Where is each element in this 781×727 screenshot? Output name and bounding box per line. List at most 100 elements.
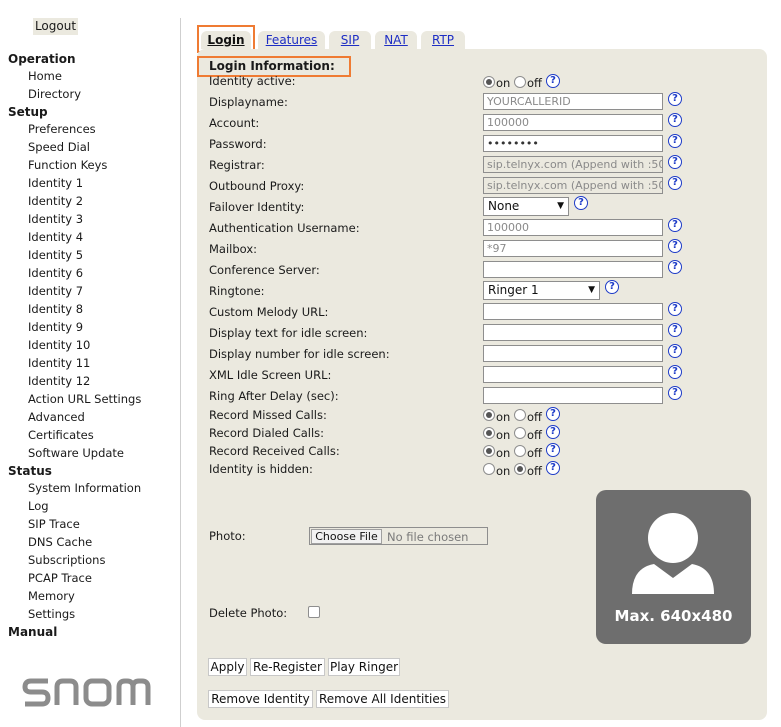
- help-icon[interactable]: ?: [668, 92, 682, 106]
- record-received-on-radio[interactable]: [483, 445, 495, 457]
- help-icon[interactable]: ?: [668, 344, 682, 358]
- record-missed-off-radio[interactable]: [514, 409, 526, 421]
- identity-active-off-radio[interactable]: [514, 76, 526, 88]
- nav-item-function-keys[interactable]: Function Keys: [28, 158, 107, 172]
- snom-logo-svg: [22, 678, 151, 707]
- nav-section-status: Status: [8, 464, 52, 478]
- record-missed-on-radio[interactable]: [483, 409, 495, 421]
- nav-item-settings[interactable]: Settings: [28, 607, 75, 621]
- help-icon[interactable]: ?: [668, 155, 682, 169]
- conference-server-field[interactable]: [483, 261, 663, 278]
- account-field[interactable]: 100000: [483, 114, 663, 131]
- idle-text-field[interactable]: [483, 324, 663, 341]
- displayname-field[interactable]: YOURCALLERID: [483, 93, 663, 110]
- auth-username-field[interactable]: 100000: [483, 219, 663, 236]
- re-register-button[interactable]: Re-Register: [250, 658, 325, 676]
- nav-item-preferences[interactable]: Preferences: [28, 122, 96, 136]
- help-icon[interactable]: ?: [668, 113, 682, 127]
- sidebar-divider: [180, 18, 181, 727]
- record-received-off-radio[interactable]: [514, 445, 526, 457]
- identity-hidden-on-label: on: [496, 464, 511, 478]
- nav-section-manual[interactable]: Manual: [8, 625, 57, 639]
- choose-file-button[interactable]: Choose File: [311, 529, 382, 544]
- nav-section-operation: Operation: [8, 52, 76, 66]
- nav-item-pcap-trace[interactable]: PCAP Trace: [28, 571, 92, 585]
- nav-item-identity-4[interactable]: Identity 4: [28, 230, 83, 244]
- tab-nat[interactable]: NAT: [375, 31, 417, 49]
- help-icon[interactable]: ?: [668, 176, 682, 190]
- nav-item-identity-12[interactable]: Identity 12: [28, 374, 90, 388]
- nav-section-setup: Setup: [8, 105, 48, 119]
- ringtone-label: Ringtone:: [209, 284, 265, 298]
- ringtone-select[interactable]: Ringer 1 ▼: [483, 281, 600, 300]
- record-received-label: Record Received Calls:: [209, 444, 340, 458]
- xml-idle-url-field[interactable]: [483, 366, 663, 383]
- remove-identity-button[interactable]: Remove Identity: [208, 690, 313, 708]
- help-icon[interactable]: ?: [668, 302, 682, 316]
- help-icon[interactable]: ?: [546, 425, 560, 439]
- nav-item-identity-1[interactable]: Identity 1: [28, 176, 83, 190]
- help-icon[interactable]: ?: [574, 196, 588, 210]
- remove-all-identities-button[interactable]: Remove All Identities: [316, 690, 449, 708]
- nav-item-system-information[interactable]: System Information: [28, 481, 141, 495]
- help-icon[interactable]: ?: [546, 461, 560, 475]
- xml-idle-url-label: XML Idle Screen URL:: [209, 368, 332, 382]
- help-icon[interactable]: ?: [668, 365, 682, 379]
- help-icon[interactable]: ?: [668, 386, 682, 400]
- identity-hidden-label: Identity is hidden:: [209, 462, 313, 476]
- nav-item-identity-7[interactable]: Identity 7: [28, 284, 83, 298]
- registrar-field[interactable]: sip.telnyx.com (Append with :5061 if usi…: [483, 156, 663, 173]
- play-ringer-button[interactable]: Play Ringer: [328, 658, 400, 676]
- tab-features[interactable]: Features: [258, 31, 325, 49]
- record-dialed-off-radio[interactable]: [514, 427, 526, 439]
- help-icon[interactable]: ?: [546, 407, 560, 421]
- nav-item-action-url-settings[interactable]: Action URL Settings: [28, 392, 141, 406]
- nav-item-identity-5[interactable]: Identity 5: [28, 248, 83, 262]
- identity-active-on-radio[interactable]: [483, 76, 495, 88]
- nav-item-subscriptions[interactable]: Subscriptions: [28, 553, 105, 567]
- help-icon[interactable]: ?: [546, 74, 560, 88]
- help-icon[interactable]: ?: [605, 280, 619, 294]
- nav-item-identity-11[interactable]: Identity 11: [28, 356, 90, 370]
- help-icon[interactable]: ?: [668, 218, 682, 232]
- nav-item-identity-10[interactable]: Identity 10: [28, 338, 90, 352]
- nav-item-home[interactable]: Home: [28, 69, 62, 83]
- nav-item-identity-3[interactable]: Identity 3: [28, 212, 83, 226]
- nav-item-speed-dial[interactable]: Speed Dial: [28, 140, 90, 154]
- help-icon[interactable]: ?: [546, 443, 560, 457]
- nav-item-sip-trace[interactable]: SIP Trace: [28, 517, 80, 531]
- delete-photo-checkbox[interactable]: [308, 606, 320, 618]
- nav-item-identity-8[interactable]: Identity 8: [28, 302, 83, 316]
- nav-item-identity-9[interactable]: Identity 9: [28, 320, 83, 334]
- help-icon[interactable]: ?: [668, 134, 682, 148]
- nav-item-identity-2[interactable]: Identity 2: [28, 194, 83, 208]
- logout-button[interactable]: Logout: [33, 18, 78, 35]
- idle-number-field[interactable]: [483, 345, 663, 362]
- help-icon[interactable]: ?: [668, 323, 682, 337]
- nav-item-log[interactable]: Log: [28, 499, 49, 513]
- identity-active-label: Identity active:: [209, 74, 296, 88]
- password-field[interactable]: ••••••••: [483, 135, 663, 152]
- tab-rtp[interactable]: RTP: [421, 31, 465, 49]
- help-icon[interactable]: ?: [668, 260, 682, 274]
- nav-item-dns-cache[interactable]: DNS Cache: [28, 535, 92, 549]
- identity-hidden-off-radio[interactable]: [514, 463, 526, 475]
- mailbox-field[interactable]: *97: [483, 240, 663, 257]
- outbound-proxy-field[interactable]: sip.telnyx.com (Append with :5061 if usi…: [483, 177, 663, 194]
- apply-button[interactable]: Apply: [208, 658, 247, 676]
- nav-item-memory[interactable]: Memory: [28, 589, 75, 603]
- section-title: Login Information:: [209, 59, 335, 73]
- record-dialed-on-radio[interactable]: [483, 427, 495, 439]
- custom-melody-url-field[interactable]: [483, 303, 663, 320]
- nav-item-advanced[interactable]: Advanced: [28, 410, 85, 424]
- nav-item-identity-6[interactable]: Identity 6: [28, 266, 83, 280]
- nav-item-software-update[interactable]: Software Update: [28, 446, 124, 460]
- nav-item-certificates[interactable]: Certificates: [28, 428, 94, 442]
- tab-sip[interactable]: SIP: [329, 31, 371, 49]
- tab-login[interactable]: Login: [201, 31, 251, 49]
- identity-hidden-on-radio[interactable]: [483, 463, 495, 475]
- ring-after-delay-field[interactable]: [483, 387, 663, 404]
- nav-item-directory[interactable]: Directory: [28, 87, 81, 101]
- help-icon[interactable]: ?: [668, 239, 682, 253]
- failover-identity-select[interactable]: None ▼: [483, 197, 569, 216]
